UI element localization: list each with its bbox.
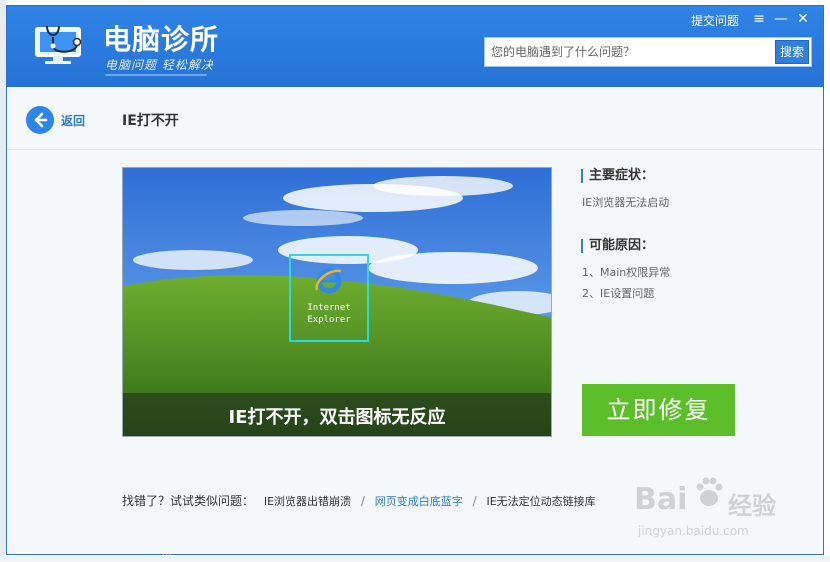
watermark-brand-cn: 经验 xyxy=(728,492,776,520)
divider xyxy=(7,149,823,150)
menu-icon[interactable]: ≡ xyxy=(751,11,767,27)
search-input[interactable] xyxy=(485,38,777,66)
watermark-domain: jingyan.baidu.com xyxy=(638,524,749,538)
watermark-brand: Bai xyxy=(634,482,688,517)
ie-desktop-icon[interactable]: Internet Explorer xyxy=(289,254,369,342)
cause-item: 2、IE设置问题 xyxy=(582,287,655,300)
preview-caption: IE打不开，双击图标无反应 xyxy=(228,407,446,428)
background-text-fragment: ··· xyxy=(162,550,172,561)
search-button[interactable]: 搜索 xyxy=(775,40,809,64)
fix-now-button[interactable]: 立即修复 xyxy=(582,384,735,436)
baidu-jingyan-watermark: Bai 经验 jingyan.baidu.com xyxy=(634,472,784,542)
monitor-stethoscope-icon xyxy=(35,25,82,64)
back-button[interactable] xyxy=(26,106,54,134)
submit-problem-link[interactable]: 提交问题 xyxy=(691,12,739,29)
similar-questions: 找错了？试试类似问题： IE浏览器出错崩溃 / 网页变成白底蓝字 / IE无法定… xyxy=(122,492,596,509)
close-icon[interactable]: ✕ xyxy=(795,11,811,27)
page-title: IE打不开 xyxy=(122,113,179,129)
separator: / xyxy=(472,494,477,508)
paw-icon xyxy=(696,477,723,506)
slogan-underline xyxy=(105,74,207,76)
cause-item: 1、Main权限异常 xyxy=(582,266,671,279)
similar-question-link[interactable]: IE浏览器出错崩溃 xyxy=(264,495,351,508)
similar-label: 找错了？试试类似问题： xyxy=(122,494,255,508)
similar-question-link[interactable]: 网页变成白底蓝字 xyxy=(375,495,463,508)
ie-icon-label: Internet Explorer xyxy=(307,303,351,325)
minimize-icon[interactable]: — xyxy=(773,11,789,27)
similar-question-link[interactable]: IE无法定位动态链接库 xyxy=(486,495,595,508)
background-bottom xyxy=(0,556,830,562)
arrow-left-icon xyxy=(34,112,48,128)
separator: / xyxy=(360,494,365,508)
internet-explorer-icon xyxy=(315,268,342,294)
search-box: 搜索 xyxy=(484,37,812,67)
app-slogan: 电脑问题 轻松解决 xyxy=(105,58,214,72)
back-label[interactable]: 返回 xyxy=(61,112,85,129)
app-title: 电脑诊所 xyxy=(103,23,220,56)
symptom-text: IE浏览器无法启动 xyxy=(582,196,670,209)
symptom-title: 主要症状： xyxy=(581,169,654,183)
caption-bar: IE打不开，双击图标无反应 xyxy=(123,393,551,436)
problem-preview-image: Internet Explorer IE打不开，双击图标无反应 xyxy=(122,167,552,437)
header-bar: 电脑诊所 电脑问题 轻松解决 提交问题 ≡ — ✕ 搜索 xyxy=(7,6,823,87)
cause-title: 可能原因： xyxy=(581,239,654,253)
